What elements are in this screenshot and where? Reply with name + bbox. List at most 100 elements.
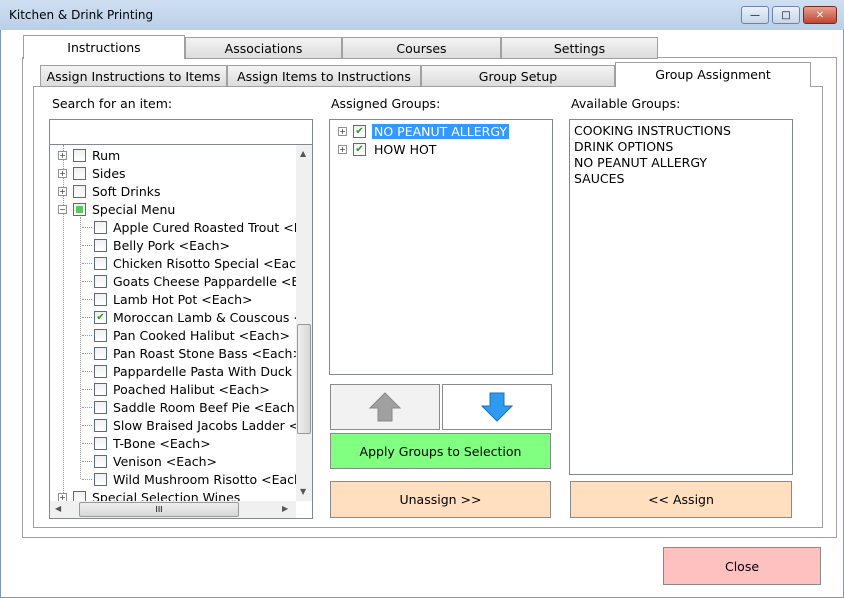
move-down-button[interactable] <box>442 384 552 430</box>
minimize-button[interactable]: — <box>741 6 769 24</box>
checkbox[interactable] <box>73 148 86 162</box>
search-input[interactable] <box>49 119 313 145</box>
checkbox[interactable] <box>94 292 107 306</box>
tab-assign-instructions-to-items[interactable]: Assign Instructions to Items <box>40 65 227 87</box>
tree-item[interactable]: T-Bone <Each> <box>82 434 211 452</box>
tree-line <box>80 217 81 479</box>
unassign-button[interactable]: Unassign >> <box>330 481 551 518</box>
assign-button[interactable]: << Assign <box>570 481 792 518</box>
tree-item[interactable]: Wild Mushroom Risotto <Each> <box>82 470 312 488</box>
tab-group-setup[interactable]: Group Setup <box>421 65 615 87</box>
tree-line <box>82 352 92 354</box>
checkbox[interactable] <box>94 472 107 486</box>
tree-item[interactable]: Venison <Each> <box>82 452 217 470</box>
checkbox[interactable] <box>94 238 107 252</box>
available-group-item[interactable]: DRINK OPTIONS <box>574 139 788 155</box>
tree-item[interactable]: Saddle Room Beef Pie <Each> <box>82 398 305 416</box>
tree-item-label: Apple Cured Roasted Trout <Ea <box>113 219 310 235</box>
tree-item[interactable]: Lamb Hot Pot <Each> <box>82 290 253 308</box>
tab-assign-items-to-instructions[interactable]: Assign Items to Instructions <box>227 65 421 87</box>
checkbox[interactable] <box>94 274 107 288</box>
tree-item-label: Goats Cheese Pappardelle <Eac <box>113 273 313 289</box>
checkbox[interactable] <box>94 328 107 342</box>
tree-item[interactable]: + Soft Drinks <box>58 182 161 200</box>
close-button[interactable]: Close <box>663 547 821 585</box>
scroll-right-icon[interactable]: ▶ <box>282 504 288 513</box>
available-group-item[interactable]: NO PEANUT ALLERGY <box>574 155 788 171</box>
horizontal-scrollbar[interactable]: ◀ III ▶ <box>50 501 296 518</box>
tree-item[interactable]: Slow Braised Jacobs Ladder <Ea <box>82 416 313 434</box>
assigned-group-item[interactable]: + ✔ NO PEANUT ALLERGY <box>338 122 510 140</box>
checkbox[interactable] <box>94 346 107 360</box>
tab-associations[interactable]: Associations <box>185 37 342 59</box>
assigned-group-item[interactable]: + ✔ HOW HOT <box>338 140 438 158</box>
tree-item-label: Rum <box>92 147 121 163</box>
tree-item-label: Soft Drinks <box>92 183 161 199</box>
tree-item[interactable]: Belly Pork <Each> <box>82 236 230 254</box>
item-tree[interactable]: + Rum + Sides + Soft Drinks − Special Menu Apple… <box>49 144 313 519</box>
checkbox[interactable] <box>94 454 107 468</box>
tree-item[interactable]: Goats Cheese Pappardelle <Eac <box>82 272 313 290</box>
checkbox[interactable] <box>94 382 107 396</box>
tree-item-label: Slow Braised Jacobs Ladder <Ea <box>113 417 313 433</box>
tree-line <box>82 262 92 264</box>
close-window-button[interactable]: ✕ <box>803 6 837 24</box>
checkbox[interactable] <box>94 256 107 270</box>
tab-settings[interactable]: Settings <box>501 37 658 59</box>
checkbox-checked[interactable]: ✔ <box>94 310 107 324</box>
tree-item-label: Wild Mushroom Risotto <Each> <box>113 471 313 487</box>
expand-icon[interactable]: + <box>338 144 347 154</box>
tree-item-label: Special Menu <box>92 201 176 217</box>
expand-icon[interactable]: + <box>58 186 67 196</box>
up-arrow-icon <box>368 392 402 422</box>
assigned-groups-tree[interactable]: + ✔ NO PEANUT ALLERGY + ✔ HOW HOT <box>329 119 553 375</box>
scroll-left-icon[interactable]: ◀ <box>55 504 61 513</box>
title-bar: Kitchen & Drink Printing — □ ✕ <box>0 0 844 30</box>
move-up-button[interactable] <box>330 384 440 430</box>
checkbox[interactable] <box>94 436 107 450</box>
tab-courses[interactable]: Courses <box>342 37 501 59</box>
checkbox[interactable] <box>94 400 107 414</box>
tree-item[interactable]: Poached Halibut <Each> <box>82 380 270 398</box>
checkbox-checked[interactable]: ✔ <box>353 124 366 138</box>
tree-item[interactable]: Pan Roast Stone Bass <Each> <box>82 344 303 362</box>
tree-item[interactable]: Apple Cured Roasted Trout <Ea <box>82 218 309 236</box>
tree-item[interactable]: Chicken Risotto Special <Each> <box>82 254 312 272</box>
available-group-item[interactable]: SAUCES <box>574 171 788 187</box>
checkbox[interactable] <box>94 418 107 432</box>
tree-item-label: Pan Roast Stone Bass <Each> <box>113 345 303 361</box>
checkbox-partial[interactable] <box>73 202 86 216</box>
vertical-scrollbar[interactable]: ▲ ▼ <box>296 145 312 501</box>
scroll-thumb-horizontal[interactable]: III <box>79 502 239 517</box>
tree-item-label: Venison <Each> <box>113 453 218 469</box>
scroll-up-icon[interactable]: ▲ <box>300 149 306 158</box>
checkbox[interactable] <box>73 184 86 198</box>
tab-group-assignment[interactable]: Group Assignment <box>615 62 811 87</box>
checkbox[interactable] <box>94 220 107 234</box>
checkbox-checked[interactable]: ✔ <box>353 142 366 156</box>
tree-item[interactable]: Pappardelle Pasta With Duck Co <box>82 362 312 380</box>
maximize-button[interactable]: □ <box>772 6 800 24</box>
tree-line <box>82 226 92 228</box>
tree-item[interactable]: + Rum <box>58 146 120 164</box>
expand-icon[interactable]: + <box>58 150 67 160</box>
tree-item[interactable]: + Sides <box>58 164 126 182</box>
tree-item[interactable]: − Special Menu <box>58 200 175 218</box>
scroll-thumb[interactable] <box>297 324 311 434</box>
checkbox[interactable] <box>73 166 86 180</box>
available-groups-list[interactable]: COOKING INSTRUCTIONS DRINK OPTIONS NO PE… <box>569 119 793 475</box>
available-group-item[interactable]: COOKING INSTRUCTIONS <box>574 123 788 139</box>
collapse-icon[interactable]: − <box>58 204 67 214</box>
expand-icon[interactable]: + <box>58 168 67 178</box>
apply-groups-button[interactable]: Apply Groups to Selection <box>330 433 551 469</box>
tree-item-label: Poached Halibut <Each> <box>113 381 270 397</box>
scroll-down-icon[interactable]: ▼ <box>300 487 306 496</box>
tree-item[interactable]: Pan Cooked Halibut <Each> <box>82 326 290 344</box>
tab-instructions[interactable]: Instructions <box>23 35 185 59</box>
expand-icon[interactable]: + <box>338 126 347 136</box>
tree-item-label: Moroccan Lamb & Couscous <E <box>113 309 312 325</box>
tree-item-label: Pan Cooked Halibut <Each> <box>113 327 290 343</box>
tree-line <box>82 334 92 336</box>
checkbox[interactable] <box>94 364 107 378</box>
tree-item[interactable]: ✔ Moroccan Lamb & Couscous <E <box>82 308 312 326</box>
